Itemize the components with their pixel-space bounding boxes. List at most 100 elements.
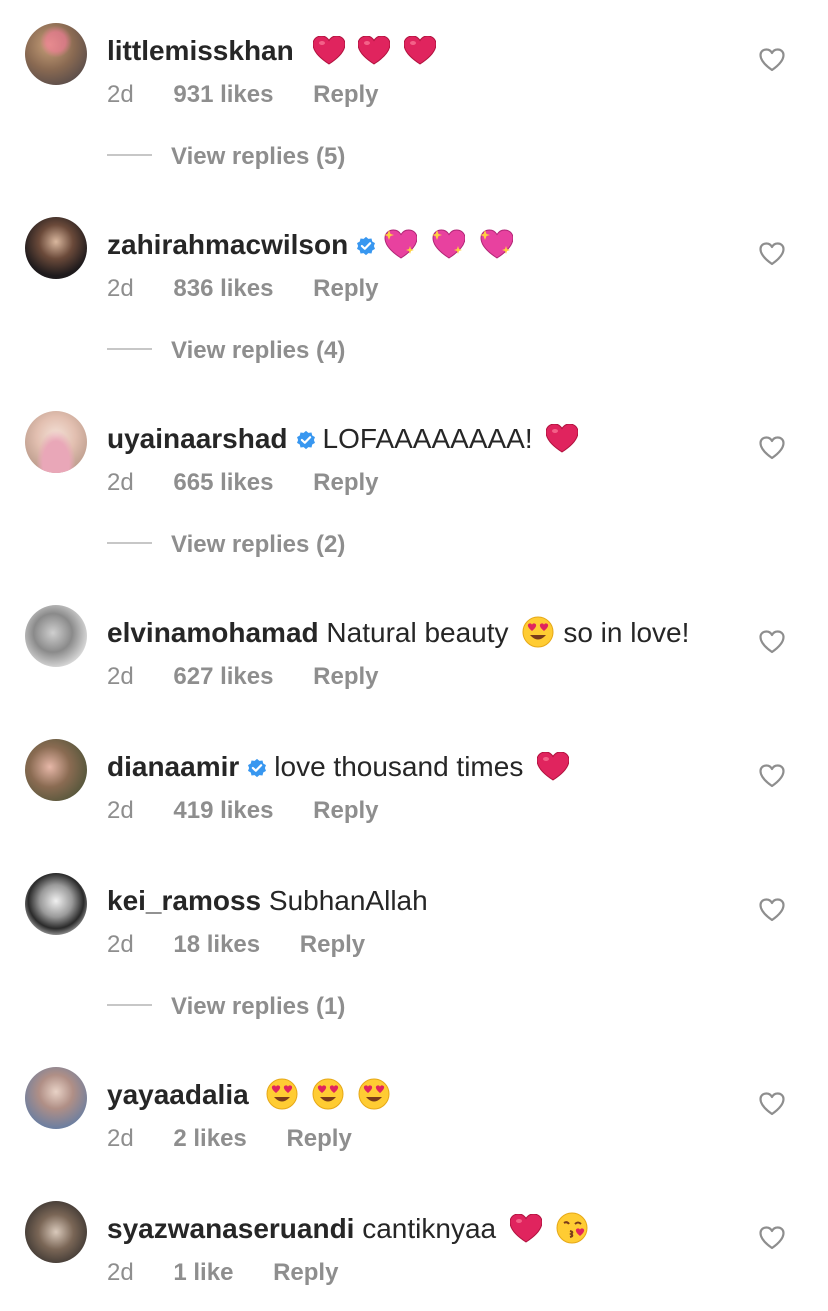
like-heart-icon[interactable] [759, 898, 785, 922]
comment-likes[interactable]: 1 like [173, 1258, 233, 1288]
comment-likes[interactable]: 931 likes [173, 80, 273, 110]
comment-line: kei_ramoss SubhanAllah [107, 883, 428, 919]
view-replies-label: View replies (2) [171, 531, 346, 558]
avatar[interactable] [25, 1201, 87, 1263]
reply-button[interactable]: Reply [300, 930, 365, 960]
reply-button[interactable]: Reply [313, 468, 378, 498]
view-replies-button[interactable]: View replies (4) [107, 337, 345, 367]
comment-item: elvinamohamad Natural beauty so in love!… [0, 605, 828, 715]
like-heart-icon[interactable] [759, 764, 785, 788]
like-heart-icon[interactable] [759, 436, 785, 460]
red-heart-icon [404, 36, 436, 66]
avatar[interactable] [25, 873, 87, 935]
divider [107, 1004, 152, 1006]
comment-line: littlemisskhan [107, 33, 436, 69]
comment-meta: 2d 419 likes Reply [107, 796, 379, 826]
comment-time: 2d [107, 931, 134, 958]
reply-button[interactable]: Reply [273, 1258, 338, 1288]
avatar[interactable] [25, 23, 87, 85]
comment-likes[interactable]: 2 likes [173, 1124, 246, 1154]
comment-username[interactable]: uyainaarshad [107, 423, 288, 454]
comment-username[interactable]: yayaadalia [107, 1079, 249, 1110]
avatar[interactable] [25, 411, 87, 473]
heart-eyes-icon [266, 1078, 298, 1110]
avatar[interactable] [25, 1067, 87, 1129]
avatar[interactable] [25, 739, 87, 801]
comment-line: elvinamohamad Natural beauty so in love! [107, 615, 689, 651]
view-replies-button[interactable]: View replies (1) [107, 993, 345, 1023]
comment-meta: 2d 931 likes Reply [107, 80, 379, 110]
heart-eyes-icon [358, 1078, 390, 1110]
comment-meta: 2d 2 likes Reply [107, 1124, 352, 1154]
comment-line: yayaadalia [107, 1077, 390, 1113]
comment-time: 2d [107, 469, 134, 496]
comment-username[interactable]: dianaamir [107, 751, 239, 782]
divider [107, 542, 152, 544]
heart-eyes-icon [312, 1078, 344, 1110]
sparkling-heart-icon [479, 228, 513, 260]
view-replies-label: View replies (4) [171, 337, 346, 364]
avatar[interactable] [25, 605, 87, 667]
reply-button[interactable]: Reply [286, 1124, 351, 1154]
comment-time: 2d [107, 275, 134, 302]
comment-username[interactable]: syazwanaseruandi [107, 1213, 354, 1244]
comment-item: dianaamir love thousand times 2d 419 like… [0, 739, 828, 849]
divider [107, 154, 152, 156]
reply-button[interactable]: Reply [313, 274, 378, 304]
view-replies-button[interactable]: View replies (5) [107, 143, 345, 173]
heart-eyes-icon [522, 616, 554, 648]
comment-meta: 2d 665 likes Reply [107, 468, 379, 498]
comment-likes[interactable]: 627 likes [173, 662, 273, 692]
red-heart-icon [358, 36, 390, 66]
comment-likes[interactable]: 665 likes [173, 468, 273, 498]
comment-text: LOFAAAAAAAA! [322, 423, 533, 454]
comment-item: yayaadalia 2d 2 likes Reply [0, 1067, 828, 1177]
comment-text: SubhanAllah [268, 885, 428, 916]
comment-meta: 2d 836 likes Reply [107, 274, 379, 304]
comment-username[interactable]: littlemisskhan [107, 35, 294, 66]
comment-line: zahirahmacwilson [107, 227, 513, 263]
verified-badge-icon [355, 235, 377, 257]
sparkling-heart-icon [383, 228, 417, 260]
comment-meta: 2d 1 like Reply [107, 1258, 338, 1288]
comment-username[interactable]: kei_ramoss [107, 885, 261, 916]
kiss-face-icon [556, 1212, 588, 1244]
comment-meta: 2d 18 likes Reply [107, 930, 365, 960]
reply-button[interactable]: Reply [313, 80, 378, 110]
comment-text: love thousand times [274, 751, 524, 782]
comment-time: 2d [107, 1125, 134, 1152]
comment-likes[interactable]: 836 likes [173, 274, 273, 304]
comment-item: kei_ramoss SubhanAllah 2d 18 likes Reply [0, 873, 828, 983]
like-heart-icon[interactable] [759, 1226, 785, 1250]
view-replies-button[interactable]: View replies (2) [107, 531, 345, 561]
avatar[interactable] [25, 217, 87, 279]
red-heart-icon [313, 36, 345, 66]
sparkling-heart-icon [431, 228, 465, 260]
divider [107, 348, 152, 350]
comment-likes[interactable]: 18 likes [173, 930, 260, 960]
verified-badge-icon [295, 429, 317, 451]
comment-item: littlemisskhan 2d 931 likes Reply [0, 23, 828, 133]
comment-item: syazwanaseruandi cantiknyaa 2d 1 like Re… [0, 1201, 828, 1311]
reply-button[interactable]: Reply [313, 796, 378, 826]
comment-meta: 2d 627 likes Reply [107, 662, 379, 692]
comment-line: uyainaarshad LOFAAAAAAAA! [107, 421, 578, 457]
view-replies-label: View replies (1) [171, 993, 346, 1020]
like-heart-icon[interactable] [759, 242, 785, 266]
comment-time: 2d [107, 81, 134, 108]
verified-badge-icon [246, 757, 268, 779]
like-heart-icon[interactable] [759, 1092, 785, 1116]
comment-item: zahirahmacwilson 2d 836 likes Reply [0, 217, 828, 327]
like-heart-icon[interactable] [759, 630, 785, 654]
comment-username[interactable]: elvinamohamad [107, 617, 319, 648]
red-heart-icon [537, 752, 569, 782]
reply-button[interactable]: Reply [313, 662, 378, 692]
red-heart-icon [546, 424, 578, 454]
comment-text-after: so in love! [563, 617, 690, 648]
comment-username[interactable]: zahirahmacwilson [107, 229, 348, 260]
comment-time: 2d [107, 1259, 134, 1286]
comment-text: Natural beauty [326, 617, 509, 648]
comment-likes[interactable]: 419 likes [173, 796, 273, 826]
comment-time: 2d [107, 797, 134, 824]
like-heart-icon[interactable] [759, 48, 785, 72]
